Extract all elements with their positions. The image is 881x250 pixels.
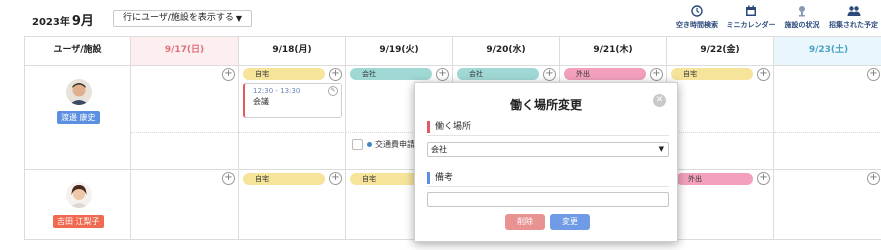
- day-header-mon[interactable]: 9/18(月): [239, 36, 346, 66]
- chevron-down-icon: ▼: [658, 145, 664, 153]
- invited-schedule-label: 招集された予定: [829, 21, 878, 29]
- work-place-badge[interactable]: 自宅: [671, 68, 753, 80]
- facility-status-button[interactable]: 施設の状況: [782, 5, 822, 33]
- day-header-tue[interactable]: 9/19(火): [346, 36, 453, 66]
- mini-calendar-button[interactable]: ミニカレンダー: [725, 5, 777, 33]
- work-place-badge[interactable]: 会社: [350, 68, 432, 80]
- add-event-button[interactable]: +: [867, 68, 880, 81]
- work-place-badge[interactable]: 自宅: [243, 68, 325, 80]
- work-place-value: 会社: [431, 145, 447, 154]
- task-dot-icon: [367, 142, 372, 147]
- label-accent-bar: [427, 121, 430, 133]
- event-title: 会議: [253, 97, 269, 106]
- delete-button[interactable]: 削除: [505, 214, 545, 230]
- people-icon: [847, 6, 860, 16]
- day-header-sun[interactable]: 9/17(日): [131, 36, 239, 66]
- avatar[interactable]: [66, 182, 92, 208]
- task-checkbox[interactable]: [352, 139, 363, 150]
- work-place-badge[interactable]: 自宅: [243, 173, 325, 185]
- day-header-thu[interactable]: 9/21(木): [560, 36, 667, 66]
- event-card[interactable]: 12:30 - 13:30 会議 ✎: [243, 83, 342, 118]
- add-event-button[interactable]: +: [329, 68, 342, 81]
- work-place-select[interactable]: 会社 ▼: [427, 142, 669, 157]
- task-cell[interactable]: [774, 133, 881, 170]
- add-event-button[interactable]: +: [650, 68, 663, 81]
- work-place-badge[interactable]: 会社: [457, 68, 539, 80]
- facility-icon: [799, 6, 805, 17]
- user-name-badge[interactable]: 吉田 江梨子: [53, 215, 104, 228]
- calendar-icon: [746, 5, 756, 16]
- note-label: 備考: [435, 173, 454, 183]
- edit-icon[interactable]: ✎: [328, 86, 338, 96]
- facility-status-label: 施設の状況: [784, 21, 820, 29]
- month-label: 9月: [71, 14, 94, 29]
- calendar-cell[interactable]: [774, 170, 881, 240]
- clock-icon: [691, 5, 703, 17]
- change-button[interactable]: 変更: [550, 214, 590, 230]
- add-event-button[interactable]: +: [757, 172, 770, 185]
- user-name-badge[interactable]: 渡邊 康史: [57, 111, 100, 124]
- label-accent-bar: [427, 172, 430, 184]
- note-input[interactable]: [427, 192, 669, 207]
- chevron-down-icon: ▼: [235, 14, 242, 23]
- work-place-badge[interactable]: 外出: [564, 68, 646, 80]
- add-event-button[interactable]: +: [867, 172, 880, 185]
- year-label: 2023年: [32, 17, 70, 28]
- work-place-label-row: 働く場所: [427, 121, 471, 133]
- current-month: 2023年 9月: [32, 10, 94, 29]
- task-label: 交通費申請: [375, 140, 415, 149]
- add-event-button[interactable]: +: [543, 68, 556, 81]
- free-time-search-button[interactable]: 空き時間検索: [674, 5, 720, 33]
- add-event-button[interactable]: +: [329, 172, 342, 185]
- calendar-cell[interactable]: [774, 66, 881, 133]
- task-cell[interactable]: [131, 133, 239, 170]
- task-cell[interactable]: [239, 133, 346, 170]
- user-photo-icon: [66, 182, 92, 208]
- day-header-fri[interactable]: 9/22(金): [667, 36, 774, 66]
- display-mode-select[interactable]: 行にユーザ/施設を表示する ▼: [113, 10, 252, 27]
- free-time-search-label: 空き時間検索: [676, 21, 718, 29]
- add-event-button[interactable]: +: [757, 68, 770, 81]
- invited-schedule-button[interactable]: 招集された予定: [826, 5, 881, 33]
- change-work-place-dialog: 働く場所変更 ✕ 働く場所 会社 ▼ 備考 削除 変更: [414, 82, 678, 242]
- day-header-wed[interactable]: 9/20(水): [453, 36, 560, 66]
- display-mode-value: 行にユーザ/施設を表示する: [123, 13, 234, 23]
- add-event-button[interactable]: +: [222, 172, 235, 185]
- user-facility-header: ユーザ/施設: [24, 36, 131, 66]
- avatar[interactable]: [66, 79, 92, 105]
- task-cell[interactable]: [667, 133, 774, 170]
- mini-calendar-label: ミニカレンダー: [726, 21, 776, 29]
- add-event-button[interactable]: +: [222, 68, 235, 81]
- dialog-title: 働く場所変更: [509, 98, 582, 112]
- work-place-label: 働く場所: [435, 122, 472, 132]
- divider: [427, 135, 669, 136]
- close-icon[interactable]: ✕: [653, 94, 666, 107]
- user-photo-icon: [66, 79, 92, 105]
- task-item[interactable]: 交通費申請: [352, 138, 416, 152]
- work-place-badge[interactable]: 外出: [676, 173, 753, 185]
- note-label-row: 備考: [427, 172, 453, 184]
- add-event-button[interactable]: +: [436, 68, 449, 81]
- top-bar: 2023年 9月 行にユーザ/施設を表示する ▼ 空き時間検索 ミニカレンダー 施…: [0, 0, 881, 36]
- divider: [427, 186, 669, 187]
- work-place-badge[interactable]: 自宅: [350, 173, 420, 185]
- day-header-sat[interactable]: 9/23(土): [774, 36, 881, 66]
